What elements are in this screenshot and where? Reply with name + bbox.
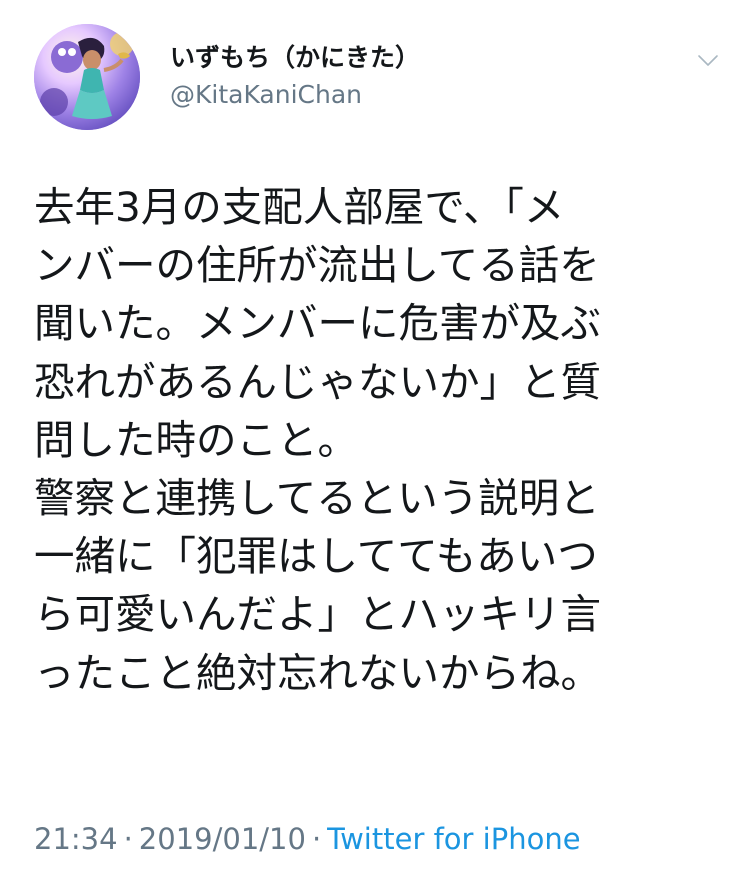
- tweet-text-line: 警察と連携してるという説明と: [34, 474, 600, 523]
- tweet-text-line: 去年3月の支配人部屋で、「メ: [34, 183, 565, 231]
- tweet-text-line: 聞いた。メンバーに危害が及ぶ: [34, 299, 601, 348]
- tweet-text-line: 問した時のこと。: [34, 415, 358, 464]
- meta-separator: ·: [123, 822, 133, 856]
- meta-separator: ·: [311, 822, 322, 856]
- display-name[interactable]: いずもち（かにきた）: [170, 38, 420, 74]
- tweet-text-line: ったこと絶対忘れないからね。: [34, 648, 601, 697]
- user-handle[interactable]: @KitaKaniChan: [170, 80, 362, 109]
- tweet-text-line: ンバーの住所が流出してる話を: [34, 241, 600, 290]
- avatar-illustration: [34, 24, 140, 130]
- tweet-meta: 21:34 · 2019/01/10 · Twitter for iPhone: [34, 822, 581, 856]
- tweet-source-link[interactable]: Twitter for iPhone: [327, 822, 580, 856]
- tweet-time[interactable]: 21:34: [34, 822, 118, 856]
- tweet-header: いずもち（かにきた） @KitaKaniChan: [34, 24, 724, 136]
- tweet-date[interactable]: 2019/01/10: [139, 822, 306, 856]
- avatar[interactable]: [34, 24, 140, 130]
- chevron-down-icon[interactable]: [696, 48, 720, 72]
- tweet-text-line: ら可愛いんだよ」とハッキリ言: [34, 590, 601, 639]
- tweet-text-line: 一緒に「犯罪はしててもあいつ: [34, 532, 598, 581]
- tweet-text-line: 恐れがあるんじゃないか」と質: [34, 357, 601, 406]
- tweet-text: 去年3月の支配人部屋で、「メ ンバーの住所が流出してる話を 聞いた。メンバーに危…: [34, 178, 714, 702]
